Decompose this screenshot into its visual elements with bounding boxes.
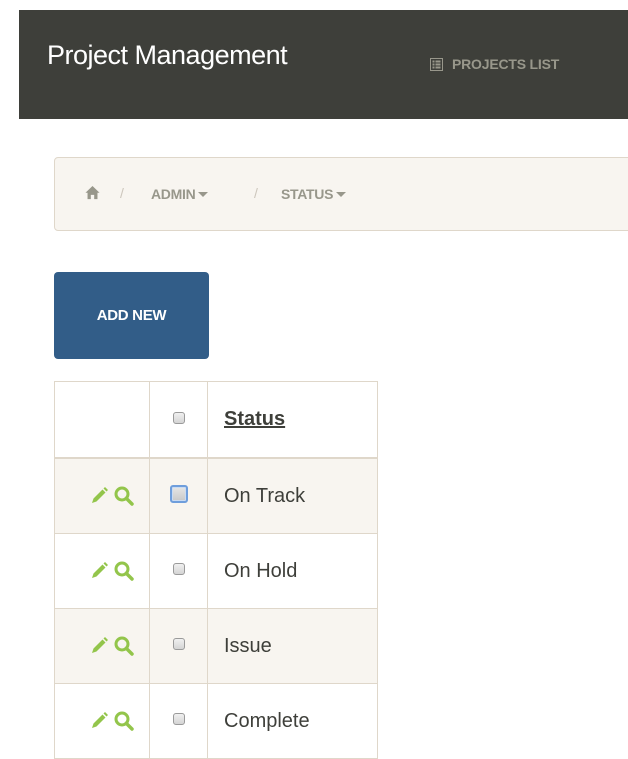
actions-column-header bbox=[54, 381, 150, 459]
row-actions bbox=[54, 533, 150, 609]
magnifier-icon[interactable] bbox=[113, 635, 135, 657]
status-value: Complete bbox=[224, 709, 310, 732]
table-header-row: Status bbox=[54, 381, 378, 459]
magnifier-icon[interactable] bbox=[113, 710, 135, 732]
breadcrumb-home[interactable] bbox=[85, 185, 100, 205]
add-new-button[interactable]: ADD NEW bbox=[54, 272, 209, 359]
status-value: On Hold bbox=[224, 559, 298, 582]
pencil-icon[interactable] bbox=[89, 561, 111, 581]
breadcrumb-separator: / bbox=[254, 185, 258, 201]
status-column-label[interactable]: Status bbox=[224, 408, 285, 430]
magnifier-icon[interactable] bbox=[113, 560, 135, 582]
row-select bbox=[149, 683, 208, 759]
row-checkbox[interactable] bbox=[172, 638, 185, 650]
breadcrumb-status[interactable]: STATUS bbox=[281, 186, 347, 202]
status-column-header[interactable]: Status bbox=[207, 381, 378, 459]
row-select bbox=[149, 533, 208, 609]
status-value: Issue bbox=[224, 634, 272, 657]
breadcrumb-admin-label: ADMIN bbox=[151, 186, 196, 202]
row-select bbox=[149, 457, 208, 534]
brand-title[interactable]: Project Management bbox=[47, 40, 288, 71]
table-row: Issue bbox=[54, 608, 378, 684]
row-checkbox[interactable] bbox=[169, 484, 188, 503]
pencil-icon[interactable] bbox=[89, 486, 111, 506]
row-select bbox=[149, 608, 208, 684]
row-checkbox[interactable] bbox=[172, 563, 185, 575]
select-all-checkbox[interactable] bbox=[172, 411, 185, 424]
row-actions bbox=[54, 608, 150, 684]
list-icon bbox=[430, 57, 443, 71]
home-icon bbox=[85, 185, 100, 200]
table-row: On Track bbox=[54, 457, 378, 534]
breadcrumb-status-label: STATUS bbox=[281, 186, 334, 202]
pencil-icon[interactable] bbox=[89, 636, 111, 656]
row-status: On Track bbox=[207, 457, 378, 534]
row-actions bbox=[54, 457, 150, 534]
row-status: Issue bbox=[207, 608, 378, 684]
pencil-icon[interactable] bbox=[89, 711, 111, 731]
magnifier-icon[interactable] bbox=[113, 485, 135, 507]
row-status: On Hold bbox=[207, 533, 378, 609]
nav-link-label: PROJECTS LIST bbox=[452, 56, 560, 72]
navbar: Project Management PROJECTS LIST bbox=[19, 10, 628, 119]
row-status: Complete bbox=[207, 683, 378, 759]
table-row: Complete bbox=[54, 683, 378, 759]
breadcrumb: / ADMIN / STATUS bbox=[54, 157, 628, 231]
caret-down-icon bbox=[198, 192, 209, 197]
nav-link-projects-list[interactable]: PROJECTS LIST bbox=[430, 56, 559, 72]
status-value: On Track bbox=[224, 484, 306, 507]
row-checkbox[interactable] bbox=[172, 713, 185, 725]
breadcrumb-admin[interactable]: ADMIN bbox=[151, 186, 209, 202]
breadcrumb-separator: / bbox=[120, 185, 124, 201]
table-row: On Hold bbox=[54, 533, 378, 609]
row-actions bbox=[54, 683, 150, 759]
status-table: Status On Track On Hold Issue Complete bbox=[54, 381, 378, 759]
caret-down-icon bbox=[336, 192, 347, 197]
select-column-header bbox=[149, 381, 208, 459]
